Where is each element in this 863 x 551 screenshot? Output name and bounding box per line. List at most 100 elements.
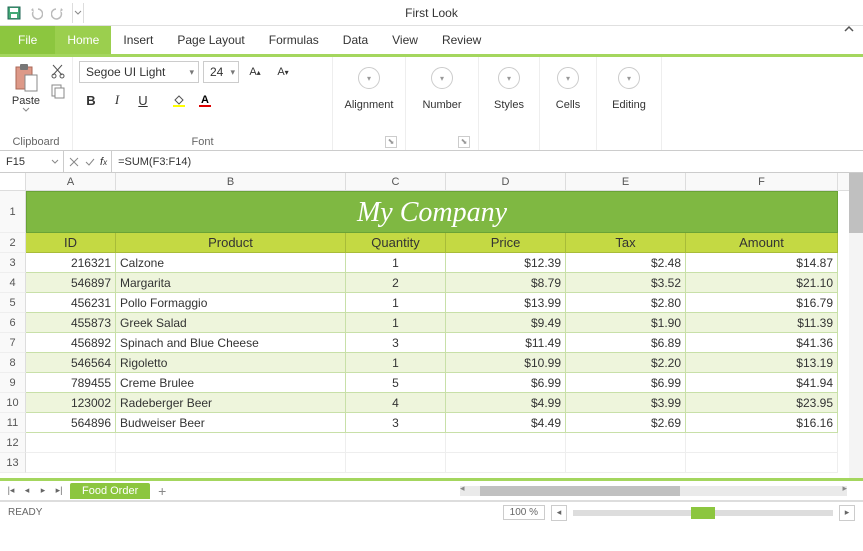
grow-font-button[interactable]: A▴ [243, 61, 267, 83]
cell-product[interactable]: Budweiser Beer [116, 413, 346, 433]
col-header-f[interactable]: F [686, 173, 838, 190]
sheet-nav-first[interactable]: |◂ [4, 484, 18, 498]
redo-button[interactable] [48, 3, 68, 23]
cell-price[interactable]: $9.49 [446, 313, 566, 333]
bold-button[interactable]: B [79, 89, 103, 111]
row-header[interactable]: 8 [0, 353, 26, 373]
grid-body[interactable]: 1 My Company 2 ID Product Quantity Price… [0, 191, 863, 478]
add-sheet-button[interactable]: + [154, 483, 170, 499]
number-dialog-launcher[interactable]: ⬊ [458, 136, 470, 148]
cell-amount[interactable]: $16.16 [686, 413, 838, 433]
horizontal-scrollbar[interactable]: ◂ ▸ [460, 486, 847, 496]
font-color-button[interactable]: A [193, 89, 217, 111]
tab-review[interactable]: Review [430, 26, 493, 54]
scrollbar-thumb[interactable] [480, 486, 680, 496]
italic-button[interactable]: I [105, 89, 129, 111]
enter-formula-button[interactable] [84, 156, 96, 168]
cell-qty[interactable]: 1 [346, 293, 446, 313]
tab-page-layout[interactable]: Page Layout [165, 26, 256, 54]
tab-data[interactable]: Data [331, 26, 380, 54]
col-header-d[interactable]: D [446, 173, 566, 190]
tab-formulas[interactable]: Formulas [257, 26, 331, 54]
cell-product[interactable]: Spinach and Blue Cheese [116, 333, 346, 353]
copy-button[interactable] [50, 83, 66, 99]
row-header[interactable]: 12 [0, 433, 26, 453]
cell-id[interactable]: 546897 [26, 273, 116, 293]
cell-tax[interactable]: $2.48 [566, 253, 686, 273]
cell-amount[interactable]: $41.36 [686, 333, 838, 353]
fill-color-button[interactable] [167, 89, 191, 111]
zoom-value[interactable]: 100 % [503, 505, 545, 520]
insert-function-button[interactable]: fx [100, 156, 107, 168]
qat-dropdown[interactable] [72, 3, 84, 23]
cell-qty[interactable]: 4 [346, 393, 446, 413]
row-header[interactable]: 7 [0, 333, 26, 353]
cell-qty[interactable]: 3 [346, 333, 446, 353]
sheet-nav-last[interactable]: ▸| [52, 484, 66, 498]
zoom-out-button[interactable]: ◂ [551, 505, 567, 521]
ribbon-collapse-button[interactable] [843, 24, 855, 34]
cell-amount[interactable]: $21.10 [686, 273, 838, 293]
col-header-b[interactable]: B [116, 173, 346, 190]
font-name-select[interactable]: Segoe UI Light ▾ [79, 61, 199, 83]
cell-product[interactable]: Creme Brulee [116, 373, 346, 393]
tab-insert[interactable]: Insert [111, 26, 165, 54]
row-header[interactable]: 3 [0, 253, 26, 273]
cell-tax[interactable]: $1.90 [566, 313, 686, 333]
row-header[interactable]: 6 [0, 313, 26, 333]
name-box[interactable]: F15 [0, 151, 64, 172]
cell-id[interactable]: 546564 [26, 353, 116, 373]
cell-qty[interactable]: 1 [346, 353, 446, 373]
row-header[interactable]: 2 [0, 233, 26, 253]
zoom-thumb[interactable] [691, 507, 715, 519]
cell-amount[interactable]: $13.19 [686, 353, 838, 373]
sheet-tab[interactable]: Food Order [70, 483, 150, 499]
row-header[interactable]: 1 [0, 191, 26, 233]
alignment-dialog-launcher[interactable]: ⬊ [385, 136, 397, 148]
cell-product[interactable]: Greek Salad [116, 313, 346, 333]
font-size-select[interactable]: 24 ▾ [203, 61, 239, 83]
col-header-c[interactable]: C [346, 173, 446, 190]
header-tax[interactable]: Tax [566, 233, 686, 253]
editing-button[interactable]: ▾Editing [603, 61, 655, 111]
cell-amount[interactable]: $14.87 [686, 253, 838, 273]
number-button[interactable]: ▾Number [412, 61, 472, 111]
cell-price[interactable]: $11.49 [446, 333, 566, 353]
header-product[interactable]: Product [116, 233, 346, 253]
cell-id[interactable]: 456892 [26, 333, 116, 353]
save-button[interactable] [4, 3, 24, 23]
cell-qty[interactable]: 1 [346, 313, 446, 333]
company-title[interactable]: My Company [26, 191, 838, 233]
cut-button[interactable] [50, 63, 66, 79]
cell-product[interactable]: Rigoletto [116, 353, 346, 373]
cell-amount[interactable]: $16.79 [686, 293, 838, 313]
cell-tax[interactable]: $3.99 [566, 393, 686, 413]
undo-button[interactable] [26, 3, 46, 23]
cell-product[interactable]: Calzone [116, 253, 346, 273]
row-header[interactable]: 11 [0, 413, 26, 433]
cancel-formula-button[interactable] [68, 156, 80, 168]
cell-product[interactable]: Radeberger Beer [116, 393, 346, 413]
paste-button[interactable]: Paste [6, 61, 46, 113]
cell-qty[interactable]: 2 [346, 273, 446, 293]
row-header[interactable]: 5 [0, 293, 26, 313]
cell-price[interactable]: $4.49 [446, 413, 566, 433]
cell-tax[interactable]: $6.89 [566, 333, 686, 353]
cell-qty[interactable]: 1 [346, 253, 446, 273]
cell-amount[interactable]: $11.39 [686, 313, 838, 333]
cell-price[interactable]: $12.39 [446, 253, 566, 273]
cell-tax[interactable]: $6.99 [566, 373, 686, 393]
cell-price[interactable]: $4.99 [446, 393, 566, 413]
cell-id[interactable]: 455873 [26, 313, 116, 333]
header-id[interactable]: ID [26, 233, 116, 253]
select-all-button[interactable] [0, 173, 26, 190]
cell-id[interactable]: 216321 [26, 253, 116, 273]
zoom-in-button[interactable]: ▸ [839, 505, 855, 521]
underline-button[interactable]: U [131, 89, 155, 111]
header-price[interactable]: Price [446, 233, 566, 253]
cell-tax[interactable]: $2.69 [566, 413, 686, 433]
cell-price[interactable]: $10.99 [446, 353, 566, 373]
col-header-a[interactable]: A [26, 173, 116, 190]
sheet-nav-next[interactable]: ▸ [36, 484, 50, 498]
formula-input[interactable]: =SUM(F3:F14) [112, 151, 863, 172]
